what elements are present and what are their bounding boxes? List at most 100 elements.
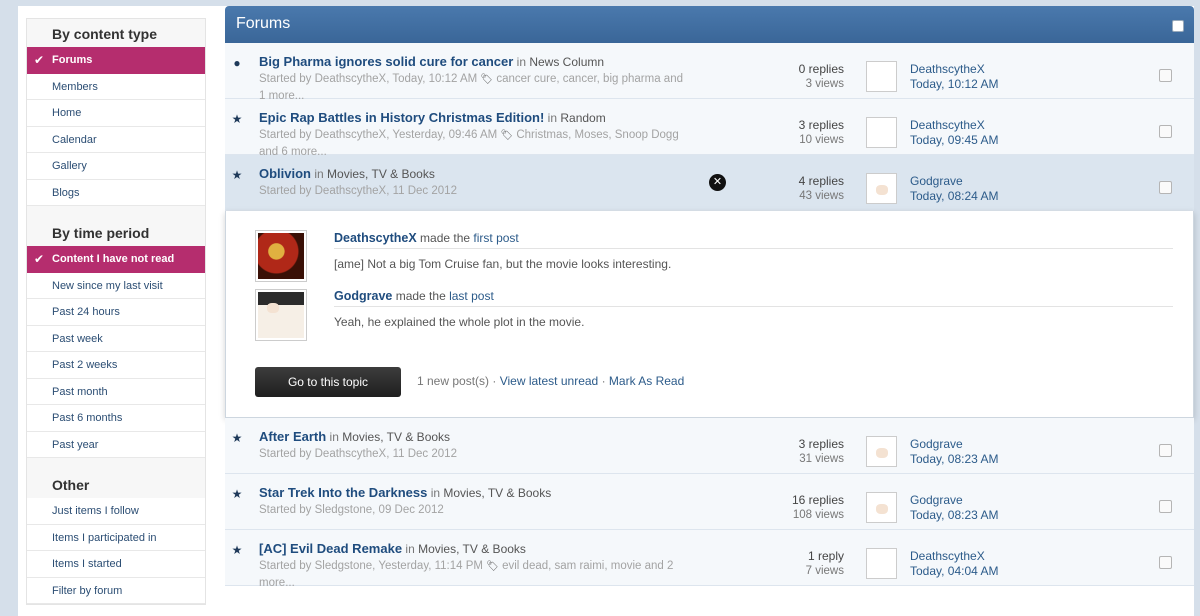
topic-stats: 3 replies 10 views [798, 118, 844, 146]
topic-checkbox[interactable] [1159, 181, 1172, 194]
sidebar-item-past-24-hours[interactable]: Past 24 hours [27, 299, 205, 326]
sidebar-heading-other: Other [52, 477, 90, 493]
topic-meta: Started by DeathscytheX, 11 Dec 2012 [259, 185, 457, 197]
check-icon: ✔ [34, 53, 45, 67]
sidebar-item-past-week[interactable]: Past week [27, 325, 205, 352]
last-post-link[interactable]: last post [449, 289, 494, 303]
topic-forum-link[interactable]: News Column [529, 55, 604, 69]
topic-stats: 3 replies 31 views [798, 437, 844, 465]
avatar[interactable] [866, 492, 897, 523]
topic-tags[interactable]: evil dead, sam raimi, movie [502, 560, 641, 572]
topic-row: ★ Star Trek Into the Darkness in Movies,… [225, 474, 1194, 530]
forum-list: Forums ● Big Pharma ignores solid cure f… [225, 6, 1194, 589]
first-post-header: DeathscytheX made the first post [334, 231, 1173, 249]
page-title: Forums [236, 15, 291, 32]
star-icon: ★ [231, 168, 243, 182]
topic-meta: Started by Sledgstone, 09 Dec 2012 [259, 504, 444, 516]
sidebar-item-past-2-weeks[interactable]: Past 2 weeks [27, 352, 205, 379]
first-post-author[interactable]: DeathscytheX [334, 231, 417, 245]
preview-actions: 1 new post(s) · View latest unread · Mar… [417, 374, 685, 388]
avatar[interactable] [866, 548, 897, 579]
avatar[interactable] [255, 230, 307, 282]
topic-stats: 16 replies 108 views [791, 493, 844, 521]
last-poster-link[interactable]: DeathscytheX [910, 62, 999, 77]
topic-tags[interactable]: Christmas, Moses, Snoop [516, 129, 648, 141]
sidebar-item-calendar[interactable]: Calendar [27, 126, 205, 153]
topic-row: ★ After Earth in Movies, TV & Books Star… [225, 418, 1194, 474]
last-post-time[interactable]: Today, 08:24 AM [910, 189, 999, 204]
first-post-link[interactable]: first post [473, 231, 518, 245]
star-icon: ★ [231, 543, 243, 557]
select-all-checkbox[interactable] [1172, 20, 1184, 32]
sidebar-item-forums[interactable]: ✔ Forums [27, 47, 205, 74]
topic-title[interactable]: Star Trek Into the Darkness [259, 485, 427, 500]
sidebar-item-past-6-months[interactable]: Past 6 months [27, 405, 205, 432]
avatar[interactable] [866, 173, 897, 204]
go-to-topic-button[interactable]: Go to this topic [255, 367, 401, 397]
last-poster-link[interactable]: DeathscytheX [910, 549, 999, 564]
topic-forum-link[interactable]: Movies, TV & Books [342, 430, 450, 444]
last-post-time[interactable]: Today, 08:23 AM [910, 508, 999, 523]
avatar[interactable] [866, 117, 897, 148]
sidebar-item-past-month[interactable]: Past month [27, 378, 205, 405]
topic-stats: 4 replies 43 views [798, 174, 844, 202]
topic-title[interactable]: Oblivion [259, 166, 311, 181]
tag-icon: 🏷 [486, 561, 499, 572]
topic-checkbox[interactable] [1159, 500, 1172, 513]
last-poster-link[interactable]: Godgrave [910, 437, 999, 452]
sidebar-item-new-since-visit[interactable]: New since my last visit [27, 272, 205, 299]
unread-dot-icon: ● [233, 56, 241, 70]
topic-meta: Started by DeathscytheX, 11 Dec 2012 [259, 448, 457, 460]
last-poster-link[interactable]: DeathscytheX [910, 118, 999, 133]
sidebar-item-gallery[interactable]: Gallery [27, 153, 205, 180]
sidebar-heading-content-type: By content type [52, 26, 158, 42]
last-post-header: Godgrave made the last post [334, 289, 1173, 307]
topic-forum-link[interactable]: Movies, TV & Books [418, 542, 526, 556]
last-post-text: Yeah, he explained the whole plot in the… [334, 315, 585, 329]
sidebar-item-home[interactable]: Home [27, 100, 205, 127]
topic-title[interactable]: Big Pharma ignores solid cure for cancer [259, 54, 513, 69]
topic-title[interactable]: [AC] Evil Dead Remake [259, 541, 402, 556]
avatar[interactable] [866, 436, 897, 467]
last-poster-link[interactable]: Godgrave [910, 174, 999, 189]
topic-forum-link[interactable]: Movies, TV & Books [327, 167, 435, 181]
mark-as-read-link[interactable]: Mark As Read [609, 374, 684, 388]
topic-forum-link[interactable]: Random [560, 111, 605, 125]
last-post-author[interactable]: Godgrave [334, 289, 392, 303]
avatar[interactable] [866, 61, 897, 92]
sidebar-item-filter-forum[interactable]: Filter by forum [27, 577, 205, 604]
check-icon: ✔ [34, 252, 45, 266]
sidebar-item-members[interactable]: Members [27, 73, 205, 100]
topic-tags[interactable]: cancer cure, cancer, big pharma [496, 73, 660, 85]
topic-checkbox[interactable] [1159, 556, 1172, 569]
view-latest-unread-link[interactable]: View latest unread [500, 374, 599, 388]
sidebar-item-items-i-follow[interactable]: Just items I follow [27, 498, 205, 525]
last-post-time[interactable]: Today, 08:23 AM [910, 452, 999, 467]
topic-title[interactable]: After Earth [259, 429, 326, 444]
sidebar-item-past-year[interactable]: Past year [27, 431, 205, 458]
sidebar-item-blogs[interactable]: Blogs [27, 179, 205, 206]
tag-icon: 🏷 [500, 130, 514, 141]
topic-title[interactable]: Epic Rap Battles in History Christmas Ed… [259, 110, 544, 125]
sidebar-heading-time-period: By time period [52, 225, 150, 241]
star-icon: ★ [231, 431, 243, 445]
topic-checkbox[interactable] [1159, 444, 1172, 457]
last-poster-link[interactable]: Godgrave [910, 493, 999, 508]
topic-forum-link[interactable]: Movies, TV & Books [443, 486, 551, 500]
topic-meta: Started by Sledgstone, Yesterday, 11:14 … [259, 560, 674, 589]
last-post-time[interactable]: Today, 10:12 AM [910, 77, 999, 92]
star-icon: ★ [231, 487, 243, 501]
topic-row: ● Big Pharma ignores solid cure for canc… [225, 43, 1194, 102]
sidebar-item-started[interactable]: Items I started [27, 551, 205, 578]
topic-row: ★ [AC] Evil Dead Remake in Movies, TV & … [225, 530, 1194, 589]
topic-stats: 1 reply 7 views [805, 549, 844, 577]
sidebar-item-participated[interactable]: Items I participated in [27, 524, 205, 551]
star-icon: ★ [231, 112, 243, 126]
topic-checkbox[interactable] [1159, 125, 1172, 138]
last-post-time[interactable]: Today, 04:04 AM [910, 564, 999, 579]
avatar[interactable] [255, 289, 307, 341]
forums-header: Forums [225, 6, 1194, 43]
last-post-time[interactable]: Today, 09:45 AM [910, 133, 999, 148]
topic-checkbox[interactable] [1159, 69, 1172, 82]
sidebar-item-not-read[interactable]: ✔ Content I have not read [27, 246, 205, 273]
